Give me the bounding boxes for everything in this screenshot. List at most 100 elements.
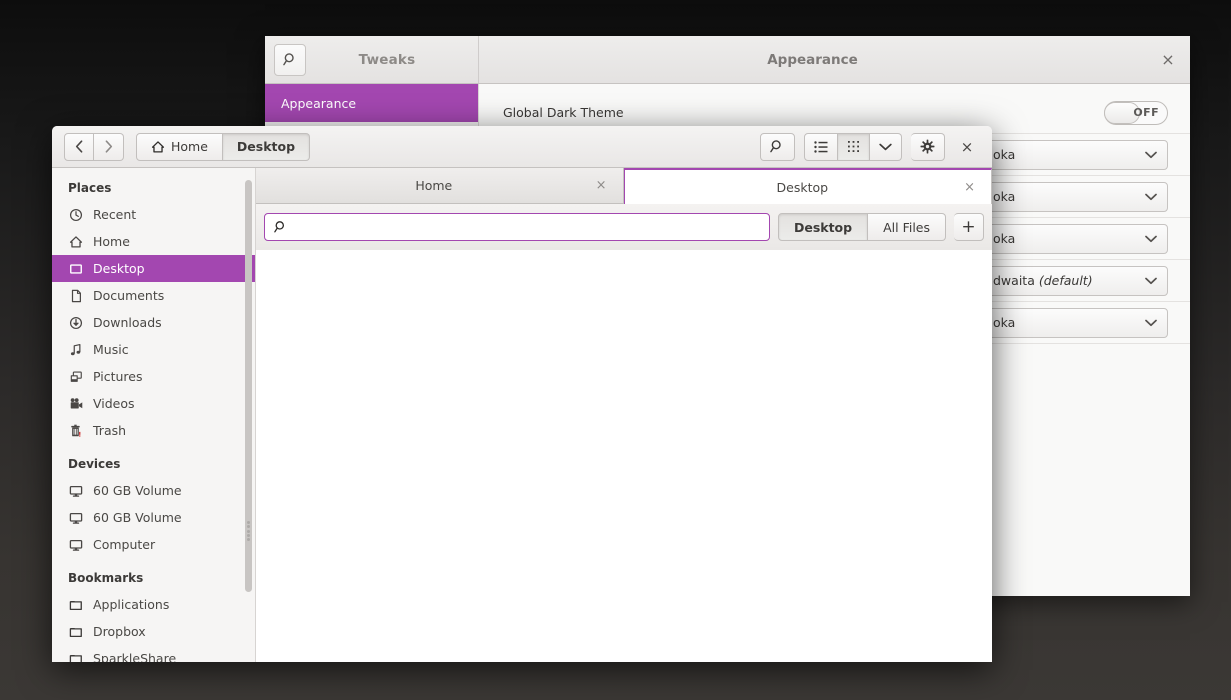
search-button[interactable] xyxy=(760,133,795,161)
clock-icon xyxy=(68,207,84,223)
sidebar-item-volume-2[interactable]: 60 GB Volume xyxy=(52,504,255,531)
search-input-wrapper[interactable] xyxy=(264,213,770,241)
tweaks-row-label: Global Dark Theme xyxy=(503,105,1104,120)
breadcrumb-item-label: Desktop xyxy=(237,139,295,154)
view-options-dropdown[interactable] xyxy=(870,133,902,161)
file-manager-headerbar: Home Desktop xyxy=(52,126,992,168)
file-list-area[interactable] xyxy=(256,250,992,662)
tweaks-titlebar: Tweaks Appearance × xyxy=(265,36,1190,84)
chevron-down-icon xyxy=(1145,151,1157,159)
file-manager-main: Home × Desktop × xyxy=(256,168,992,662)
theme-combo-4[interactable]: dwaita (default) xyxy=(982,266,1168,296)
filter-label: All Files xyxy=(883,220,930,235)
breadcrumb-item-desktop[interactable]: Desktop xyxy=(223,133,310,161)
breadcrumb: Home Desktop xyxy=(136,133,310,161)
combo-value: oka xyxy=(993,231,1145,246)
chevron-down-icon xyxy=(1145,277,1157,285)
chevron-down-icon xyxy=(1145,319,1157,327)
sidebar-item-trash[interactable]: Trash xyxy=(52,417,255,444)
tab-desktop[interactable]: Desktop × xyxy=(624,168,993,204)
tweaks-sidebar-item-appearance[interactable]: Appearance xyxy=(265,84,478,122)
sidebar-item-label: Videos xyxy=(93,396,135,411)
back-button[interactable] xyxy=(64,133,94,161)
tweaks-close-button[interactable]: × xyxy=(1146,50,1190,69)
sidebar-item-desktop[interactable]: Desktop xyxy=(52,255,255,282)
tab-close-button[interactable]: × xyxy=(596,178,607,193)
sidebar-resize-grip[interactable] xyxy=(245,518,252,544)
folder-icon xyxy=(68,597,84,613)
sidebar-item-label: Desktop xyxy=(93,261,145,276)
sidebar-item-pictures[interactable]: Pictures xyxy=(52,363,255,390)
search-input[interactable] xyxy=(295,220,760,235)
combo-value-default: (default) xyxy=(1039,273,1093,288)
sidebar-section-title-devices: Devices xyxy=(52,444,255,477)
sidebar-item-computer[interactable]: Computer xyxy=(52,531,255,558)
tweaks-titlebar-right: Appearance × xyxy=(479,36,1190,83)
sidebar-item-label: Downloads xyxy=(93,315,162,330)
sidebar-item-label: SparkleShare xyxy=(93,651,176,662)
file-manager-body: Places Recent Home xyxy=(52,168,992,662)
navigation-buttons xyxy=(64,133,124,161)
trash-icon xyxy=(68,423,84,439)
sidebar-item-applications[interactable]: Applications xyxy=(52,591,255,618)
music-note-icon xyxy=(68,342,84,358)
sidebar-item-volume-1[interactable]: 60 GB Volume xyxy=(52,477,255,504)
search-icon xyxy=(770,139,785,154)
breadcrumb-item-home[interactable]: Home xyxy=(136,133,223,161)
theme-combo-5[interactable]: oka xyxy=(982,308,1168,338)
sidebar-section-title-places: Places xyxy=(52,168,255,201)
sidebar-item-label: 60 GB Volume xyxy=(93,483,182,498)
desktop-icon xyxy=(68,261,84,277)
tweaks-titlebar-left: Tweaks xyxy=(265,36,479,83)
search-scope-filters: Desktop All Files xyxy=(778,213,946,241)
sidebar-item-videos[interactable]: Videos xyxy=(52,390,255,417)
sidebar-item-label: 60 GB Volume xyxy=(93,510,182,525)
combo-value-text: dwaita xyxy=(993,273,1035,288)
list-view-button[interactable] xyxy=(804,133,838,161)
theme-combo-1[interactable]: oka xyxy=(982,140,1168,170)
settings-button[interactable] xyxy=(911,133,945,161)
sidebar-item-label: Pictures xyxy=(93,369,143,384)
theme-combo-3[interactable]: oka xyxy=(982,224,1168,254)
chevron-left-icon xyxy=(75,140,84,153)
drive-icon xyxy=(68,483,84,499)
sidebar-item-label: Music xyxy=(93,342,129,357)
filter-all-files-button[interactable]: All Files xyxy=(868,213,946,241)
document-icon xyxy=(68,288,84,304)
grid-view-icon xyxy=(847,140,860,153)
view-mode-buttons xyxy=(804,133,902,161)
chevron-down-icon xyxy=(1145,235,1157,243)
sidebar-item-recent[interactable]: Recent xyxy=(52,201,255,228)
sidebar-item-music[interactable]: Music xyxy=(52,336,255,363)
theme-combo-2[interactable]: oka xyxy=(982,182,1168,212)
sidebar-item-label: Documents xyxy=(93,288,164,303)
grid-view-button[interactable] xyxy=(838,133,870,161)
tab-close-button[interactable]: × xyxy=(964,180,975,195)
sidebar-item-downloads[interactable]: Downloads xyxy=(52,309,255,336)
sidebar-item-label: Trash xyxy=(93,423,126,438)
file-manager-close-button[interactable]: × xyxy=(954,134,980,160)
sidebar-item-sparkleshare[interactable]: SparkleShare xyxy=(52,645,255,662)
forward-button[interactable] xyxy=(94,133,124,161)
video-camera-icon xyxy=(68,396,84,412)
tweaks-sidebar-item-label: Appearance xyxy=(281,96,356,111)
sidebar-item-documents[interactable]: Documents xyxy=(52,282,255,309)
combo-value: dwaita (default) xyxy=(993,273,1145,288)
download-icon xyxy=(68,315,84,331)
chevron-down-icon xyxy=(879,143,892,151)
chevron-right-icon xyxy=(104,140,113,153)
sidebar-item-dropbox[interactable]: Dropbox xyxy=(52,618,255,645)
sidebar-item-label: Applications xyxy=(93,597,169,612)
drive-icon xyxy=(68,510,84,526)
combo-value: oka xyxy=(993,315,1145,330)
tab-bar: Home × Desktop × xyxy=(256,168,992,204)
tab-home[interactable]: Home × xyxy=(256,168,624,203)
filter-desktop-button[interactable]: Desktop xyxy=(778,213,868,241)
global-dark-theme-toggle[interactable]: OFF xyxy=(1104,101,1168,125)
tweaks-page-title: Appearance xyxy=(479,52,1146,68)
sidebar-section-title-bookmarks: Bookmarks xyxy=(52,558,255,591)
file-manager-sidebar[interactable]: Places Recent Home xyxy=(52,168,256,662)
filter-label: Desktop xyxy=(794,220,852,235)
add-filter-button[interactable]: + xyxy=(954,213,984,241)
sidebar-item-home[interactable]: Home xyxy=(52,228,255,255)
